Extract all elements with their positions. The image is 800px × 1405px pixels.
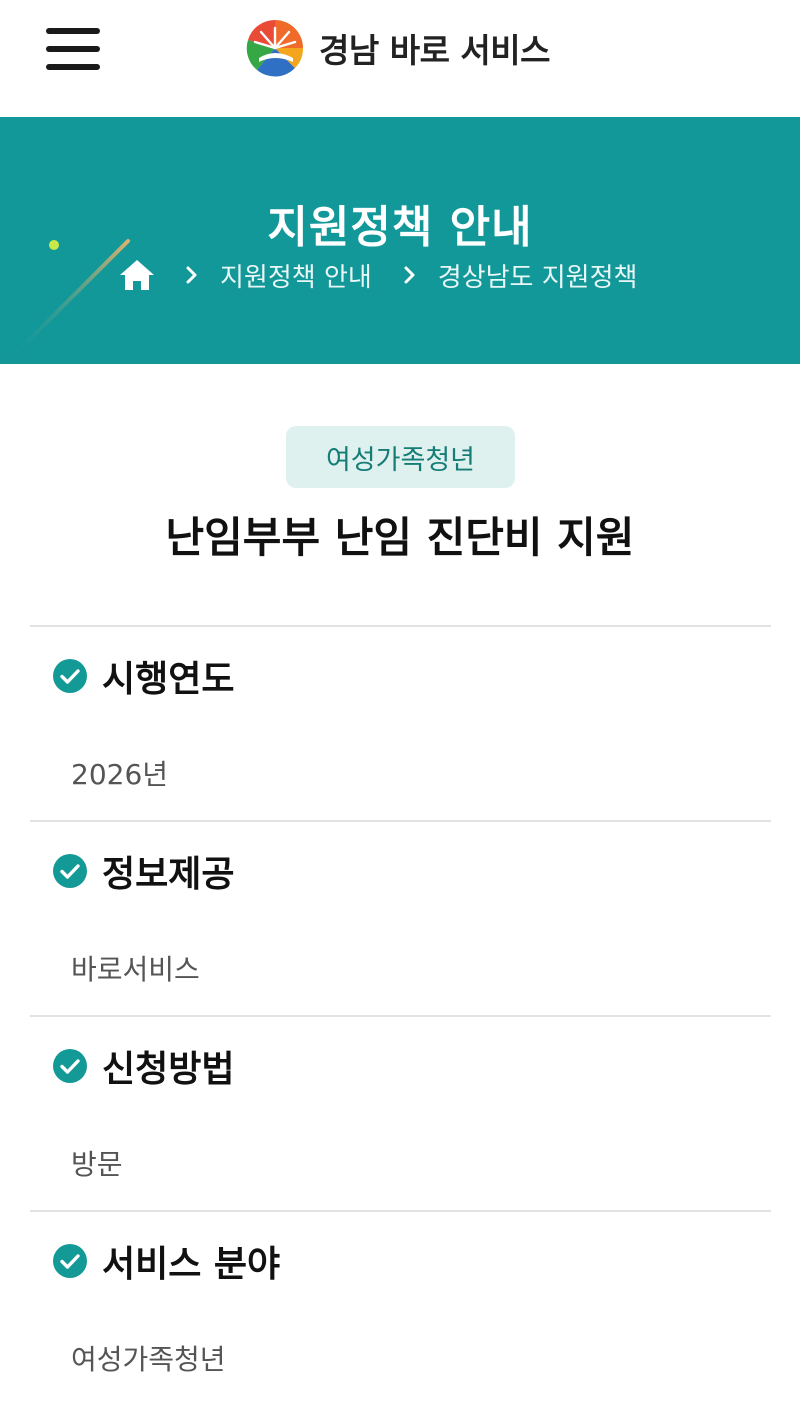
breadcrumb: 지원정책 안내 경상남도 지원정책 — [118, 255, 667, 295]
menu-line — [46, 64, 100, 70]
section-label: 신청방법 — [102, 1049, 235, 1090]
top-bar: 경남 바로 서비스 — [0, 0, 800, 117]
category-badge: 여성가족청년 — [286, 426, 515, 488]
section-header: 정보제공 — [52, 846, 234, 896]
page-title: 지원정책 안내 — [267, 202, 533, 253]
section-value: 여성가족청년 — [71, 1343, 226, 1376]
section-value: 방문 — [71, 1148, 123, 1181]
brand-home-link[interactable]: 경남 바로 서비스 — [245, 18, 551, 78]
hamburger-menu-icon[interactable] — [46, 26, 100, 72]
section-label: 정보제공 — [102, 854, 235, 895]
section-provider: 정보제공 바로서비스 — [30, 820, 771, 1015]
chevron-right-icon — [404, 266, 415, 284]
check-circle-icon — [53, 854, 87, 888]
breadcrumb-item-gyeongnam-policy[interactable]: 경상남도 지원정책 — [438, 257, 638, 294]
menu-line — [46, 28, 100, 34]
section-value: 바로서비스 — [71, 953, 200, 986]
section-value: 2026년 — [71, 758, 169, 791]
section-year: 시행연도 2026년 — [30, 625, 771, 820]
breadcrumb-item-policy-guide[interactable]: 지원정책 안내 — [220, 257, 372, 294]
hero-banner: 지원정책 안내 지원정책 안내 경상남도 지원정책 — [0, 117, 800, 364]
home-icon[interactable] — [118, 258, 156, 292]
check-circle-icon — [53, 1244, 87, 1278]
section-header: 신청방법 — [52, 1041, 234, 1091]
section-label: 서비스 분야 — [102, 1244, 281, 1285]
chevron-right-icon — [186, 266, 197, 284]
policy-title: 난임부부 난임 진단비 지원 — [165, 513, 635, 562]
gyeongnam-logo-icon — [246, 19, 304, 77]
brand-name: 경남 바로 서비스 — [319, 31, 551, 70]
section-header: 시행연도 — [52, 651, 234, 701]
section-service-field: 서비스 분야 여성가족청년 — [30, 1210, 771, 1405]
check-circle-icon — [53, 1049, 87, 1083]
section-application-method: 신청방법 방문 — [30, 1015, 771, 1210]
section-label: 시행연도 — [102, 659, 235, 700]
menu-line — [46, 46, 100, 52]
check-circle-icon — [53, 659, 87, 693]
section-header: 서비스 분야 — [52, 1236, 280, 1286]
